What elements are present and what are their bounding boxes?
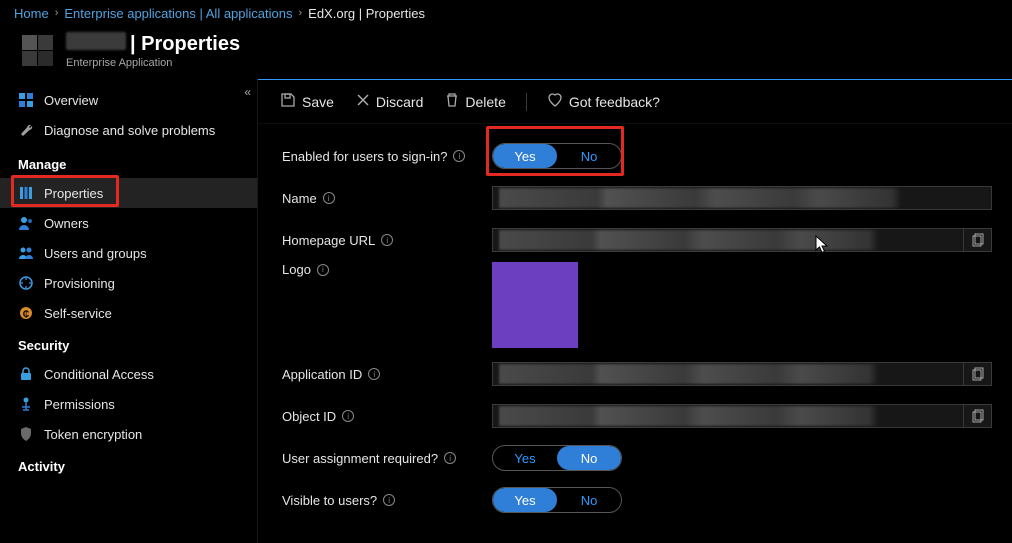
enabled-toggle[interactable]: Yes No — [492, 143, 622, 169]
sidebar-item-label: Provisioning — [44, 276, 115, 291]
toggle-yes[interactable]: Yes — [493, 446, 557, 470]
sidebar-item-conditional-access[interactable]: Conditional Access — [0, 359, 257, 389]
user-assignment-toggle[interactable]: Yes No — [492, 445, 622, 471]
name-label: Name — [282, 191, 317, 206]
sidebar-item-label: Overview — [44, 93, 98, 108]
objectid-input[interactable] — [492, 404, 964, 428]
copy-icon[interactable] — [964, 362, 992, 386]
provisioning-icon — [18, 275, 34, 291]
chevron-right-icon: › — [55, 7, 59, 19]
info-icon[interactable]: i — [444, 452, 456, 464]
lock-icon — [18, 366, 34, 382]
users-icon — [18, 245, 34, 261]
sidebar-item-label: Conditional Access — [44, 367, 154, 382]
svg-text:₵: ₵ — [23, 309, 30, 319]
app-logo-icon — [22, 35, 54, 67]
sidebar-heading-security: Security — [0, 328, 257, 359]
toggle-yes[interactable]: Yes — [493, 144, 557, 168]
toolbar-separator — [526, 93, 527, 111]
overview-icon — [18, 92, 34, 108]
main-content: Save Discard Delete Got feedback? Enable… — [258, 79, 1012, 543]
sidebar-item-users-groups[interactable]: Users and groups — [0, 238, 257, 268]
collapse-sidebar-icon[interactable]: « — [244, 85, 251, 99]
permissions-icon — [18, 396, 34, 412]
feedback-label: Got feedback? — [569, 94, 660, 110]
name-input[interactable] — [492, 186, 992, 210]
sidebar-item-diagnose[interactable]: Diagnose and solve problems — [0, 115, 257, 145]
user-assignment-label: User assignment required? — [282, 451, 438, 466]
sidebar-item-label: Owners — [44, 216, 89, 231]
copy-icon[interactable] — [964, 404, 992, 428]
breadcrumb-enterprise-apps[interactable]: Enterprise applications | All applicatio… — [64, 6, 292, 21]
sidebar-heading-manage: Manage — [0, 147, 257, 178]
toggle-no[interactable]: No — [557, 446, 621, 470]
shield-icon — [18, 426, 34, 442]
sidebar-item-label: Diagnose and solve problems — [44, 123, 215, 138]
info-icon[interactable]: i — [453, 150, 465, 162]
enabled-label: Enabled for users to sign-in? — [282, 149, 447, 164]
breadcrumb-current: EdX.org | Properties — [308, 6, 425, 21]
self-service-icon: ₵ — [18, 305, 34, 321]
sidebar-item-label: Permissions — [44, 397, 115, 412]
delete-button[interactable]: Delete — [437, 88, 513, 115]
info-icon[interactable]: i — [317, 264, 329, 276]
sidebar-item-owners[interactable]: Owners — [0, 208, 257, 238]
logo-label: Logo — [282, 262, 311, 277]
homepage-input[interactable] — [492, 228, 964, 252]
visible-toggle[interactable]: Yes No — [492, 487, 622, 513]
sidebar-item-permissions[interactable]: Permissions — [0, 389, 257, 419]
info-icon[interactable]: i — [342, 410, 354, 422]
chevron-right-icon: › — [298, 7, 302, 19]
toggle-no[interactable]: No — [557, 144, 621, 168]
save-label: Save — [302, 94, 334, 110]
owners-icon — [18, 215, 34, 231]
toggle-no[interactable]: No — [557, 488, 621, 512]
page-subtitle: Enterprise Application — [66, 57, 240, 69]
logo-image[interactable] — [492, 262, 578, 348]
delete-label: Delete — [465, 94, 505, 110]
sidebar: « Overview Diagnose and solve problems M… — [0, 79, 258, 543]
breadcrumb: Home › Enterprise applications | All app… — [0, 0, 1012, 26]
homepage-label: Homepage URL — [282, 233, 375, 248]
sidebar-item-label: Token encryption — [44, 427, 142, 442]
info-icon[interactable]: i — [381, 234, 393, 246]
copy-icon[interactable] — [964, 228, 992, 252]
discard-label: Discard — [376, 94, 423, 110]
info-icon[interactable]: i — [323, 192, 335, 204]
save-button[interactable]: Save — [272, 88, 342, 115]
info-icon[interactable]: i — [368, 368, 380, 380]
page-title: | Properties — [130, 33, 240, 56]
breadcrumb-home[interactable]: Home — [14, 6, 49, 21]
page-header: | Properties Enterprise Application — [0, 26, 1012, 79]
info-icon[interactable]: i — [383, 494, 395, 506]
appid-label: Application ID — [282, 367, 362, 382]
sidebar-heading-activity: Activity — [0, 449, 257, 480]
appid-input[interactable] — [492, 362, 964, 386]
sidebar-item-label: Properties — [44, 186, 103, 201]
heart-icon — [547, 92, 563, 111]
save-icon — [280, 92, 296, 111]
properties-icon — [18, 185, 34, 201]
toggle-yes[interactable]: Yes — [493, 488, 557, 512]
sidebar-item-self-service[interactable]: ₵ Self-service — [0, 298, 257, 328]
app-name-redacted — [66, 32, 126, 50]
sidebar-item-label: Users and groups — [44, 246, 147, 261]
sidebar-item-properties[interactable]: Properties — [0, 178, 257, 208]
sidebar-item-provisioning[interactable]: Provisioning — [0, 268, 257, 298]
sidebar-item-overview[interactable]: Overview — [0, 85, 257, 115]
sidebar-item-token-encryption[interactable]: Token encryption — [0, 419, 257, 449]
toolbar: Save Discard Delete Got feedback? — [258, 80, 1012, 124]
trash-icon — [445, 92, 459, 111]
visible-label: Visible to users? — [282, 493, 377, 508]
objectid-label: Object ID — [282, 409, 336, 424]
feedback-button[interactable]: Got feedback? — [539, 88, 668, 115]
sidebar-item-label: Self-service — [44, 306, 112, 321]
wrench-icon — [18, 122, 34, 138]
discard-button[interactable]: Discard — [348, 89, 431, 114]
discard-icon — [356, 93, 370, 110]
